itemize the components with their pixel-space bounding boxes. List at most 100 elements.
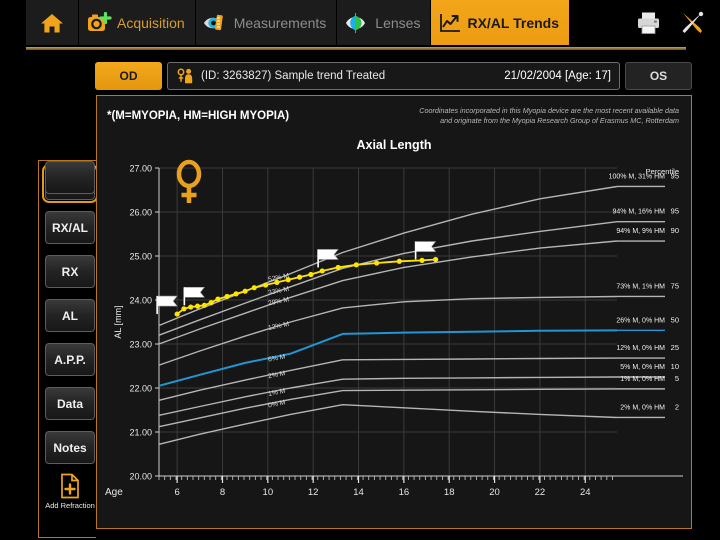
navbar-underline xyxy=(26,47,686,50)
percentile-left-label: 1% M xyxy=(268,388,287,398)
flag-marker-2[interactable] xyxy=(184,287,204,305)
percentile-left-label: 33% M xyxy=(268,286,290,297)
tab-measurements-label: Measurements xyxy=(234,16,327,30)
patient-data-point[interactable] xyxy=(224,294,229,299)
percentile-right-label: 100% M, 31% HM xyxy=(609,173,666,180)
tab-acquisition-label: Acquisition xyxy=(117,16,185,30)
tab-lenses[interactable]: Lenses xyxy=(337,0,431,45)
x-axis-tick-label: 20 xyxy=(489,487,500,498)
percentile-right-label: 5% M, 0% HM xyxy=(620,364,665,371)
y-axis-tick-label: 22.00 xyxy=(129,384,152,394)
tab-rx-al-trends-label: RX/AL Trends xyxy=(467,16,559,30)
printer-icon[interactable] xyxy=(635,10,662,36)
x-axis-tick-label: 12 xyxy=(308,487,319,498)
y-axis-tick-label: 21.00 xyxy=(129,428,152,438)
percentile-number: 2 xyxy=(675,402,679,411)
sidebar-item-notes[interactable]: Notes xyxy=(45,431,95,464)
percentile-number: 25 xyxy=(671,343,679,352)
y-axis-tick-label: 20.00 xyxy=(129,472,152,482)
patient-data-point[interactable] xyxy=(374,260,379,265)
patient-data-point[interactable] xyxy=(286,277,291,282)
eye-ruler-icon xyxy=(203,11,229,35)
percentile-right-label: 12% M, 0% HM xyxy=(616,345,665,352)
patient-data-point[interactable] xyxy=(336,265,341,270)
y-axis-tick-label: 25.00 xyxy=(129,252,152,262)
patient-data-point[interactable] xyxy=(419,258,424,263)
sidebar-item-al[interactable]: AL xyxy=(45,299,95,332)
patient-data-point[interactable] xyxy=(202,303,207,308)
patient-data-point[interactable] xyxy=(263,282,268,287)
patient-data-point[interactable] xyxy=(308,272,313,277)
sidebar-item-rx[interactable]: RX xyxy=(45,255,95,288)
x-axis-tick-label: 10 xyxy=(263,487,274,498)
patient-data-point[interactable] xyxy=(209,300,214,305)
axial-length-chart[interactable]: 20.0021.0022.0023.0024.0025.0026.0027.00… xyxy=(97,156,693,528)
os-button[interactable]: OS xyxy=(625,62,692,90)
left-sidebar: GC RX/AL RX AL A.P.P. Data Notes Add Ref… xyxy=(38,160,96,538)
tab-acquisition[interactable]: Acquisition xyxy=(79,0,196,45)
patient-data-point[interactable] xyxy=(354,262,359,267)
patient-data-point[interactable] xyxy=(188,304,193,309)
patient-data-point[interactable] xyxy=(274,280,279,285)
myopia-legend-note: *(M=MYOPIA, HM=HIGH MYOPIA) xyxy=(107,110,289,122)
chart-svg-canvas: 20.0021.0022.0023.0024.0025.0026.0027.00… xyxy=(97,156,693,528)
add-refraction-button[interactable]: Add Refraction xyxy=(41,473,99,510)
percentile-curve-10 xyxy=(159,377,617,415)
top-navigation-bar: Acquisition Measurements Lenses xyxy=(0,0,720,52)
percentile-number: 50 xyxy=(671,315,679,324)
camera-plus-icon xyxy=(86,11,112,35)
home-button[interactable] xyxy=(26,0,79,45)
tab-measurements[interactable]: Measurements xyxy=(196,0,338,45)
person-gender-icon xyxy=(176,68,195,85)
patient-info-field[interactable]: (ID: 3263827) Sample trend Treated 21/02… xyxy=(167,62,620,90)
patient-data-point[interactable] xyxy=(320,268,325,273)
sidebar-item-app[interactable]: A.P.P. xyxy=(45,343,95,376)
y-axis-tick-label: 27.00 xyxy=(129,164,152,174)
x-axis-title: Age xyxy=(105,487,123,498)
percentile-left-label: 29% M xyxy=(268,296,290,307)
patient-data-point[interactable] xyxy=(215,297,220,302)
patient-data-point[interactable] xyxy=(433,257,438,262)
data-source-disclaimer: Coordinates incorporated in this Myopia … xyxy=(379,106,679,127)
percentile-right-label: 73% M, 1% HM xyxy=(616,283,665,290)
home-icon xyxy=(39,11,65,35)
patient-data-point[interactable] xyxy=(233,291,238,296)
tab-rx-al-trends[interactable]: RX/AL Trends xyxy=(431,0,570,45)
percentile-right-label: 94% M, 9% HM xyxy=(616,228,665,235)
x-axis-tick-label: 18 xyxy=(444,487,455,498)
percentile-number: 5 xyxy=(675,374,679,383)
percentile-number: 10 xyxy=(671,362,679,371)
percentile-left-label: 2% M xyxy=(268,370,287,380)
od-button[interactable]: OD xyxy=(95,62,162,90)
flag-marker-4[interactable] xyxy=(416,242,436,260)
x-axis-tick-label: 16 xyxy=(399,487,410,498)
sidebar-item-rx-al[interactable]: RX/AL xyxy=(45,211,95,244)
patient-data-point[interactable] xyxy=(397,259,402,264)
document-plus-icon xyxy=(58,473,82,499)
percentile-number: 95 xyxy=(671,171,679,180)
x-axis-tick-label: 22 xyxy=(535,487,546,498)
percentile-left-label: 6% M xyxy=(268,353,287,363)
percentile-left-label: 0% M xyxy=(268,399,287,409)
patient-name-text: (ID: 3263827) Sample trend Treated xyxy=(201,70,385,82)
patient-data-point[interactable] xyxy=(243,289,248,294)
sidebar-item-data[interactable]: Data xyxy=(45,387,95,420)
patient-data-point[interactable] xyxy=(175,311,180,316)
patient-data-point[interactable] xyxy=(181,306,186,311)
flag-marker-3[interactable] xyxy=(318,249,338,267)
sidebar-item-rx-hidden xyxy=(45,161,95,194)
application-window: Acquisition Measurements Lenses xyxy=(0,0,720,540)
patient-date-text: 21/02/2004 [Age: 17] xyxy=(504,70,611,82)
x-axis-tick-label: 6 xyxy=(174,487,179,498)
x-axis-tick-label: 14 xyxy=(353,487,364,498)
patient-data-point[interactable] xyxy=(252,285,257,290)
patient-data-point[interactable] xyxy=(195,304,200,309)
x-axis-tick-label: 8 xyxy=(220,487,225,498)
tools-icon[interactable] xyxy=(679,10,706,36)
nav-action-icons xyxy=(635,0,706,45)
flag-marker-1[interactable] xyxy=(157,296,177,314)
x-axis-tick-label: 24 xyxy=(580,487,591,498)
percentile-curve-5 xyxy=(159,389,617,427)
disclaimer-line-1: Coordinates incorporated in this Myopia … xyxy=(379,106,679,116)
patient-data-point[interactable] xyxy=(297,275,302,280)
